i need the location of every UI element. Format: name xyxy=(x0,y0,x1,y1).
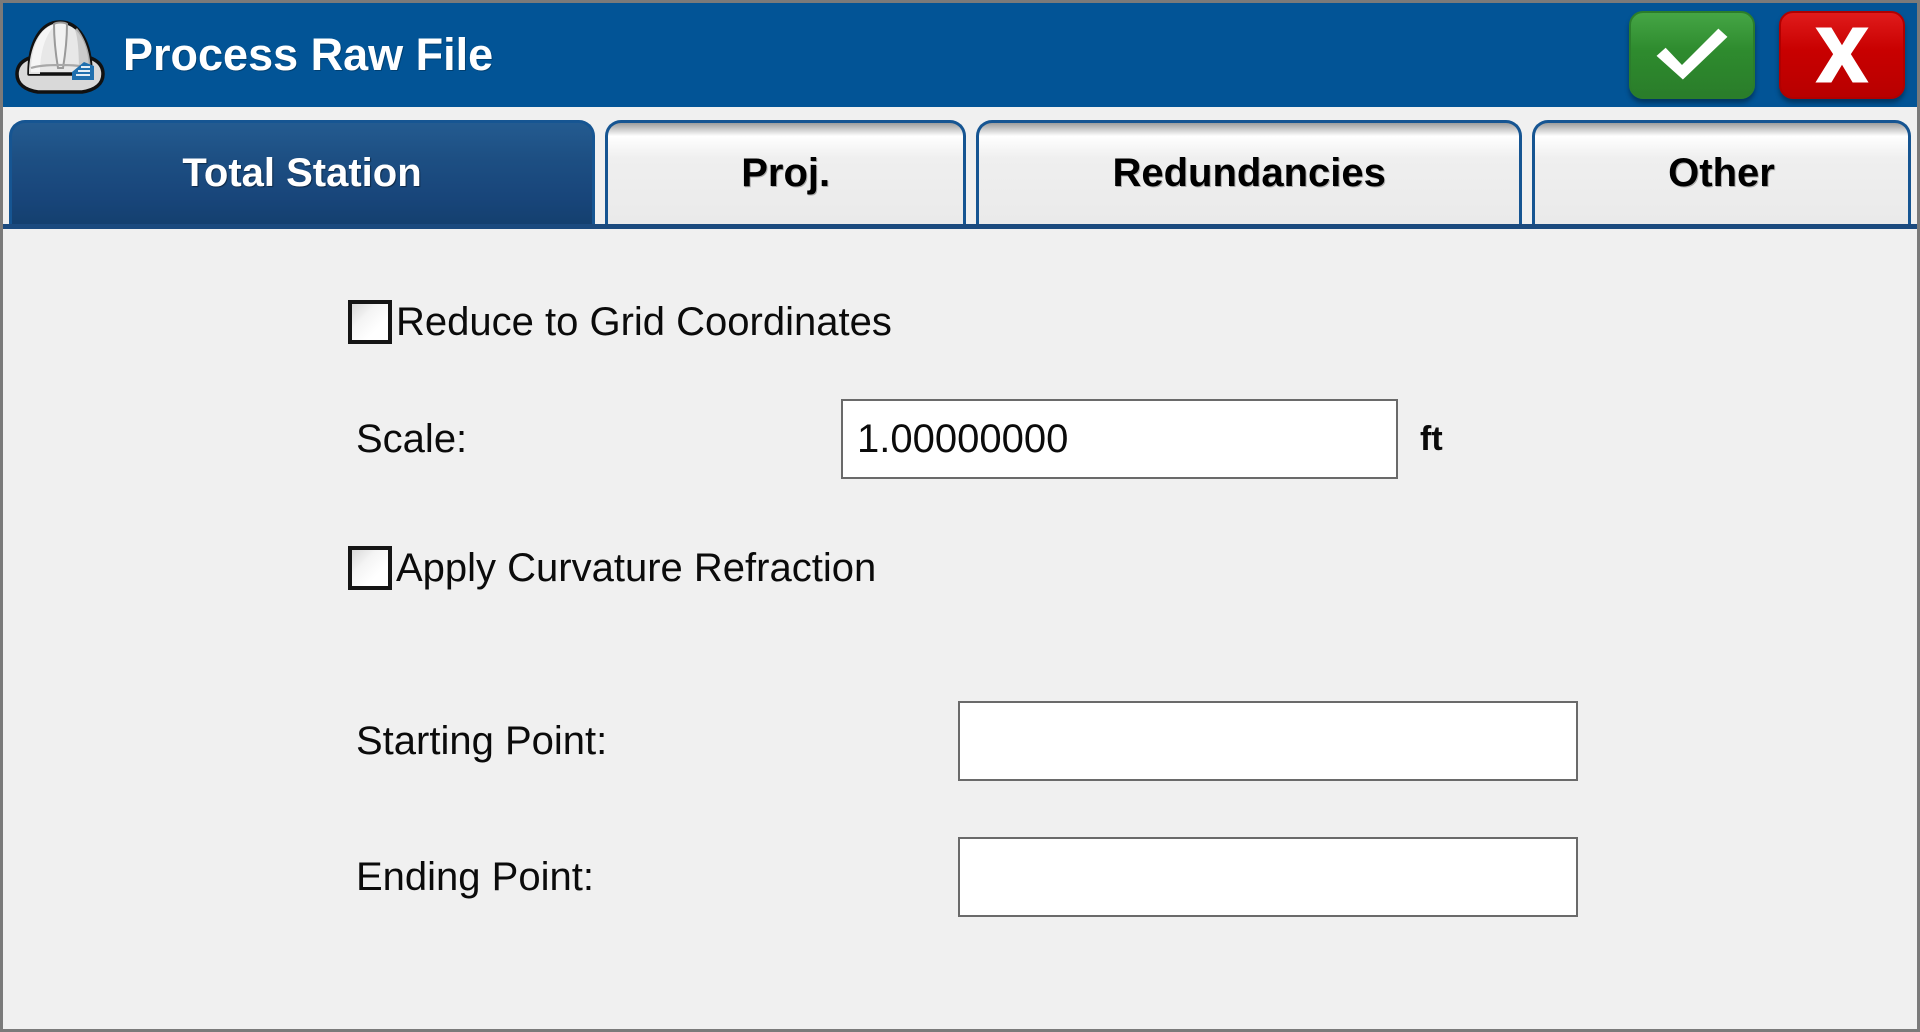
ending-point-label: Ending Point: xyxy=(356,854,594,899)
tab-label: Proj. xyxy=(741,151,831,195)
tab-label: Total Station xyxy=(182,151,422,195)
tab-bar: Total Station Proj. Redundancies Other xyxy=(3,107,1917,229)
scale-row: Scale: 1.00000000 ft xyxy=(3,395,1917,483)
starting-point-label: Starting Point: xyxy=(356,718,608,763)
reduce-to-grid-checkbox[interactable] xyxy=(348,300,392,344)
tab-other[interactable]: Other xyxy=(1532,120,1911,224)
close-x-icon xyxy=(1807,24,1877,86)
apply-curvature-refraction-label: Apply Curvature Refraction xyxy=(396,545,877,590)
reduce-to-grid-row: Reduce to Grid Coordinates xyxy=(3,285,1917,359)
reduce-to-grid-label: Reduce to Grid Coordinates xyxy=(396,299,892,344)
scale-label: Scale: xyxy=(356,416,468,461)
apply-curvature-refraction-row: Apply Curvature Refraction xyxy=(3,531,1917,605)
ending-point-row: Ending Point: xyxy=(3,833,1917,921)
apply-curvature-refraction-checkbox[interactable] xyxy=(348,546,392,590)
scale-input[interactable]: 1.00000000 xyxy=(841,399,1398,479)
starting-point-row: Starting Point: xyxy=(3,697,1917,785)
tab-redundancies[interactable]: Redundancies xyxy=(976,120,1523,224)
starting-point-input[interactable] xyxy=(958,701,1578,781)
process-raw-file-window: Process Raw File Total Station Proj. Red… xyxy=(0,0,1920,1032)
hard-hat-icon xyxy=(9,8,111,104)
accept-button[interactable] xyxy=(1629,11,1755,99)
window-title: Process Raw File xyxy=(123,29,494,80)
checkmark-icon xyxy=(1651,25,1733,85)
titlebar-actions xyxy=(1629,11,1905,99)
ending-point-input[interactable] xyxy=(958,837,1578,917)
tab-label: Other xyxy=(1668,151,1775,195)
total-station-panel: Reduce to Grid Coordinates Scale: 1.0000… xyxy=(3,229,1917,1027)
titlebar: Process Raw File xyxy=(3,3,1917,107)
scale-unit-label: ft xyxy=(1420,419,1443,458)
tab-label: Redundancies xyxy=(1112,151,1386,195)
tab-proj[interactable]: Proj. xyxy=(605,120,967,224)
tab-total-station[interactable]: Total Station xyxy=(9,120,596,224)
cancel-button[interactable] xyxy=(1779,11,1905,99)
